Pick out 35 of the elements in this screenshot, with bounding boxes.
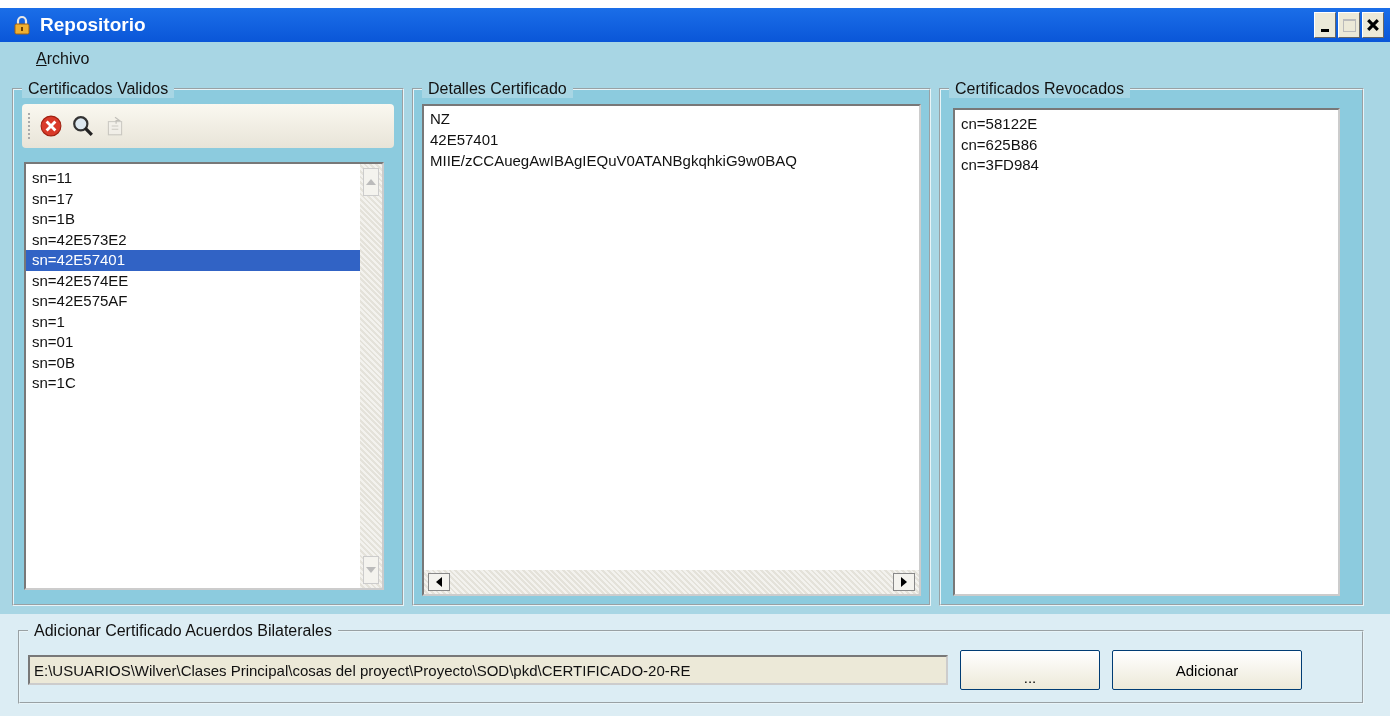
- list-item[interactable]: sn=01: [32, 332, 354, 353]
- search-button[interactable]: [70, 113, 96, 139]
- maximize-icon: [1342, 18, 1356, 32]
- list-item[interactable]: sn=42E574EE: [32, 270, 354, 291]
- detail-line: 42E57401: [430, 130, 500, 150]
- list-item[interactable]: sn=1C: [32, 373, 354, 394]
- window-title: Repositorio: [40, 14, 147, 36]
- file-path-field[interactable]: E:\USUARIOS\Wilver\Clases Principal\cosas del proyect\Proyecto\SOD\pkd\CERTIFICADO-20-RE: [28, 655, 948, 685]
- list-item[interactable]: cn=58122E: [961, 114, 1332, 135]
- scroll-bar[interactable]: [424, 570, 919, 594]
- minimize-button[interactable]: [1314, 12, 1336, 38]
- group-title: Certificados Revocados: [949, 80, 1130, 98]
- group-title: Certificados Validos: [22, 80, 175, 98]
- delete-button[interactable]: [38, 113, 64, 139]
- browse-button[interactable]: ...: [960, 650, 1100, 690]
- group-title: Detalles Certificado: [422, 80, 573, 98]
- list-item[interactable]: sn=1: [32, 311, 354, 332]
- detail-line: NZ: [430, 109, 451, 129]
- add-button[interactable]: Adicionar: [1112, 650, 1302, 690]
- padlock-icon: [14, 15, 30, 35]
- list-item[interactable]: sn=1B: [32, 209, 354, 230]
- list-item[interactable]: cn=3FD984: [961, 155, 1332, 176]
- close-icon: [1367, 19, 1379, 31]
- list-item[interactable]: sn=42E575AF: [32, 291, 354, 312]
- scroll-bar[interactable]: [360, 164, 382, 588]
- list-item[interactable]: cn=625B86: [961, 134, 1332, 155]
- minimize-icon: [1321, 28, 1329, 32]
- list-item[interactable]: sn=0B: [32, 352, 354, 373]
- list-item[interactable]: sn=17: [32, 188, 354, 209]
- list-item[interactable]: sn=42E573E2: [32, 229, 354, 250]
- menu-item[interactable]: Archivo: [36, 50, 90, 68]
- list-item[interactable]: sn=42E57401: [26, 250, 360, 271]
- list-item[interactable]: sn=11: [32, 168, 354, 189]
- close-button[interactable]: [1362, 12, 1384, 38]
- detail-line: MIIE/zCCAuegAwIBAgIEQuV0ATANBgkqhkiG9w0BAQ: [430, 151, 798, 171]
